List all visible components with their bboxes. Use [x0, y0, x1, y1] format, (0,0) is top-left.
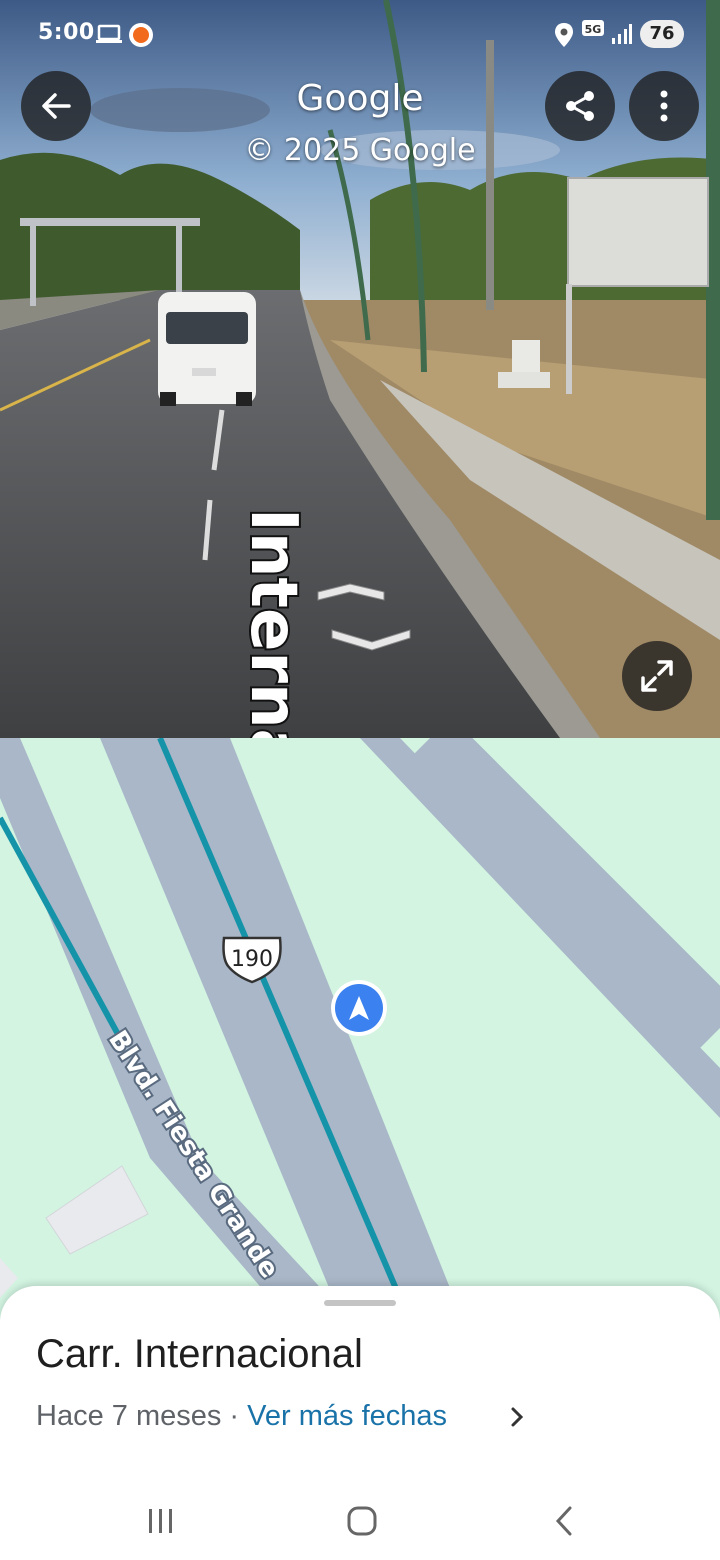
- more-vert-icon: [660, 90, 668, 122]
- share-button[interactable]: [545, 71, 615, 141]
- home-icon[interactable]: [346, 1504, 378, 1538]
- road-right: [360, 738, 720, 1118]
- back-icon[interactable]: [552, 1504, 576, 1538]
- road-name-overlay: Internacional: [234, 506, 312, 738]
- copyright-text: © 2025 Google: [244, 133, 476, 168]
- separator: ·: [221, 1400, 248, 1432]
- building: [45, 1165, 149, 1255]
- clock: 5:00: [38, 20, 95, 45]
- highway-190: [100, 738, 470, 1338]
- system-nav-bar: [0, 1488, 720, 1560]
- expand-icon: [641, 660, 673, 692]
- more-options-button[interactable]: [629, 71, 699, 141]
- road-name-label: Internacional: [236, 508, 310, 738]
- location-icon: [555, 23, 573, 47]
- navigation-arrows[interactable]: [310, 572, 420, 652]
- place-title: Carr. Internacional: [36, 1332, 363, 1376]
- more-dates-link[interactable]: Ver más fechas: [247, 1400, 447, 1432]
- chevron-right-icon[interactable]: [508, 1404, 528, 1430]
- highway-shield-number: 190: [231, 947, 273, 972]
- recents-icon[interactable]: [146, 1504, 176, 1538]
- place-info-sheet[interactable]: Carr. Internacional Hace 7 meses · Ver m…: [0, 1286, 720, 1560]
- status-bar: 5:00 5G 76: [0, 0, 720, 70]
- svg-text:5G: 5G: [585, 23, 602, 36]
- backward-arrow-icon: [331, 629, 411, 651]
- battery-indicator: 76: [640, 20, 684, 48]
- capture-date: Hace 7 meses: [36, 1400, 222, 1432]
- laptop-icon: [96, 24, 122, 43]
- network-5g-icon: 5G: [582, 20, 604, 36]
- signal-icon: [612, 24, 632, 44]
- location-marker: [331, 980, 387, 1036]
- drag-handle[interactable]: [324, 1300, 396, 1306]
- expand-button[interactable]: [622, 641, 692, 711]
- share-icon: [566, 91, 594, 121]
- street-view-panorama[interactable]: Internacional 5:00 5G 76: [0, 0, 720, 738]
- notification-app-icon: [129, 23, 153, 47]
- forward-arrow-icon: [317, 583, 385, 601]
- capture-date-row: Hace 7 meses · Ver más fechas: [36, 1400, 447, 1433]
